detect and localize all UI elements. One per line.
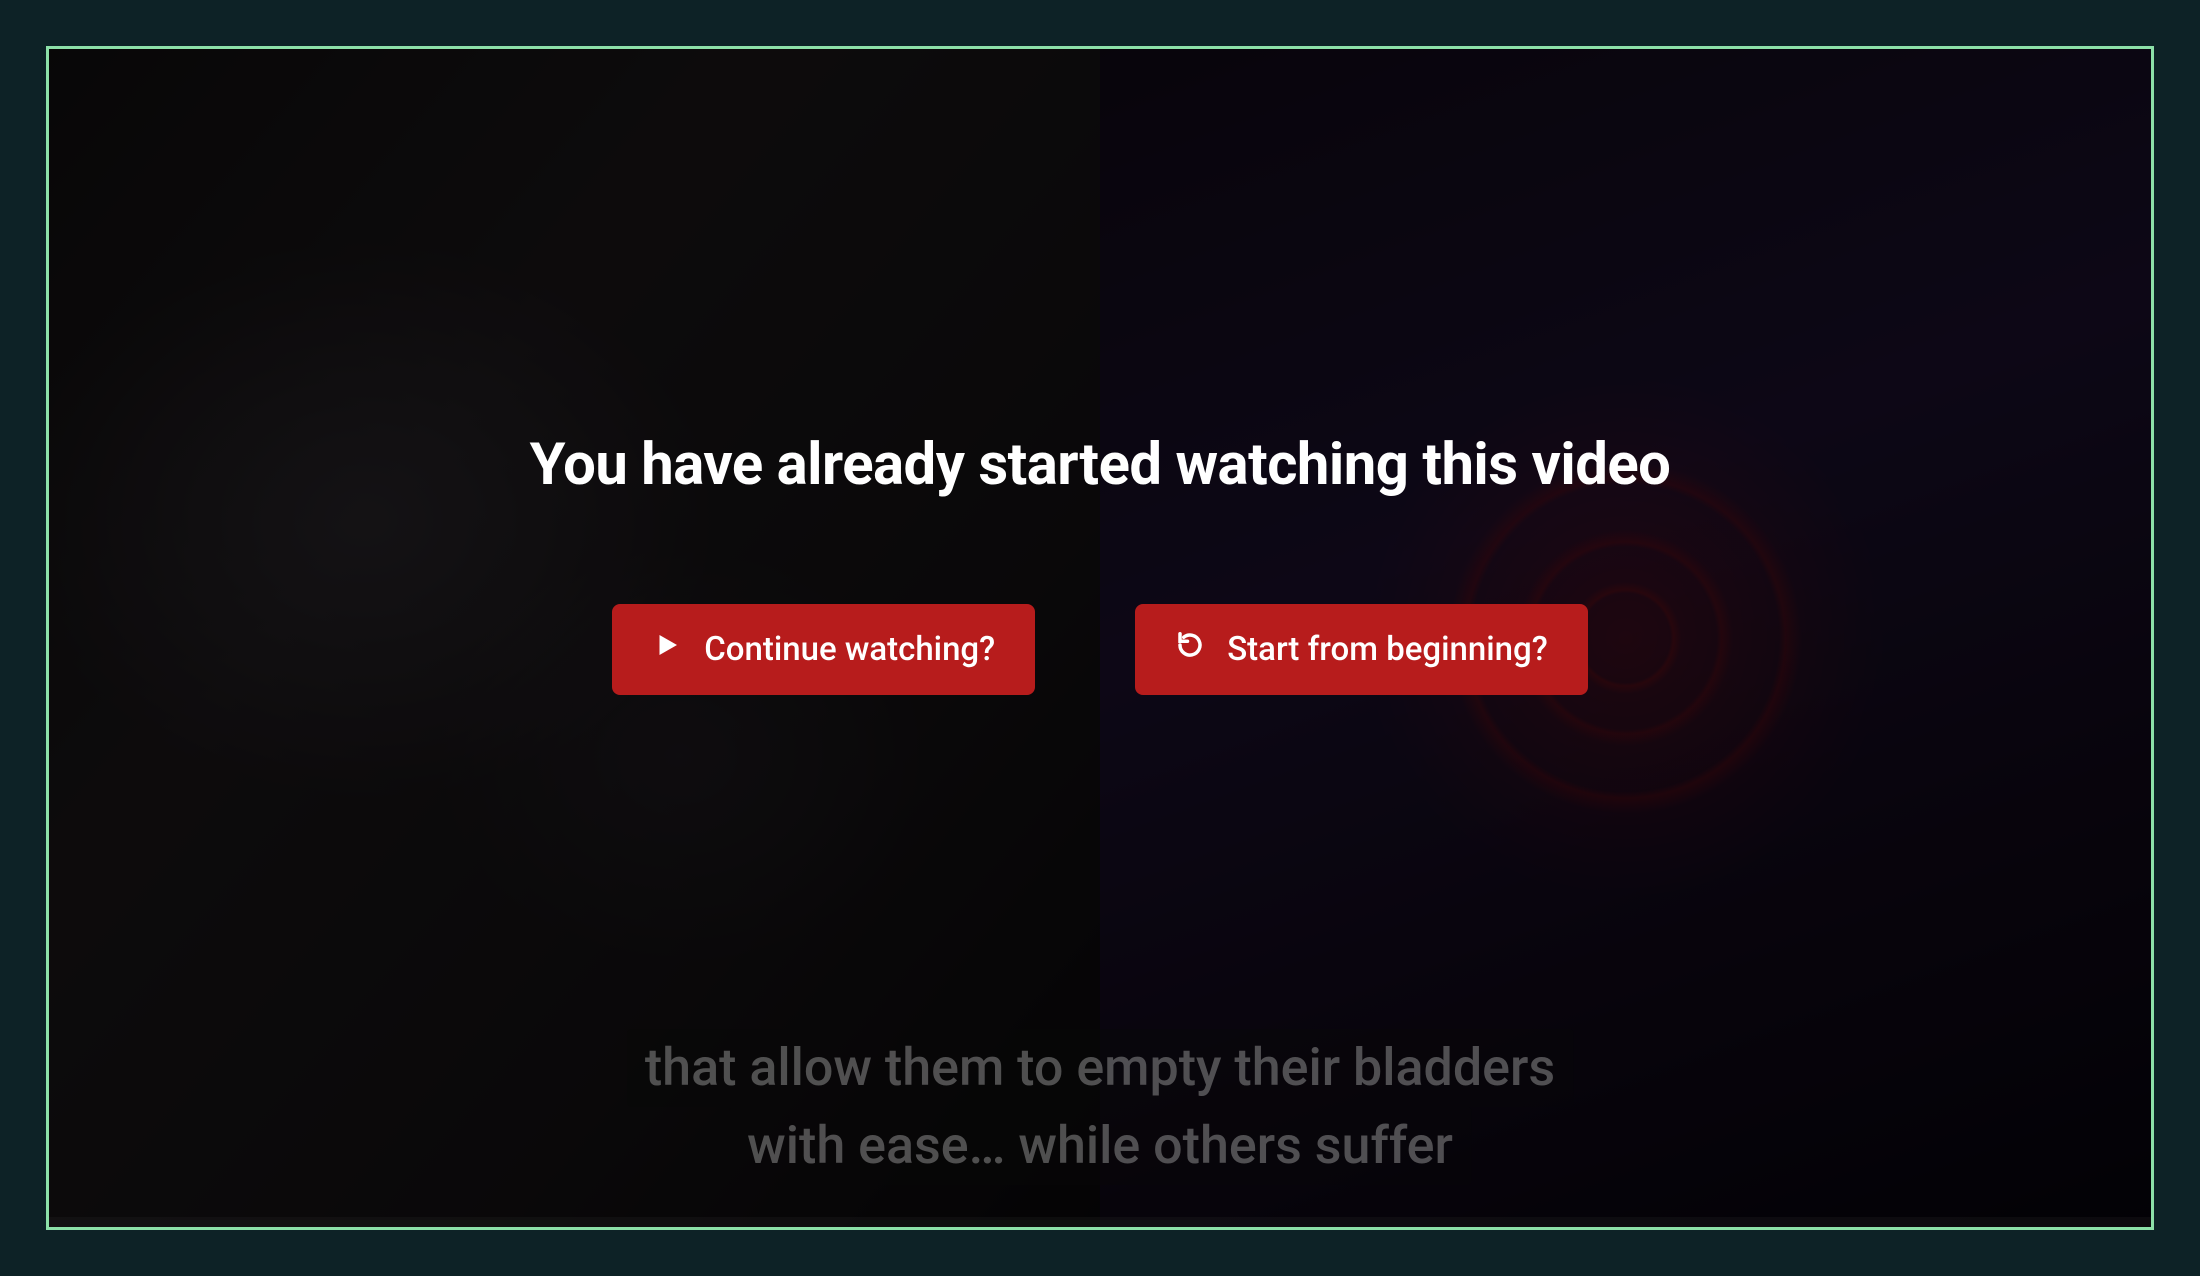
continue-button-label: Continue watching? bbox=[704, 630, 995, 669]
video-player-frame: that allow them to empty their bladders … bbox=[46, 46, 2154, 1230]
dialog-title: You have already started watching this v… bbox=[530, 431, 1671, 499]
restart-button-label: Start from beginning? bbox=[1227, 630, 1548, 669]
progress-bar-track[interactable] bbox=[49, 1217, 2151, 1227]
dialog-button-row: Continue watching? Start from beginning? bbox=[612, 604, 1588, 695]
continue-watching-button[interactable]: Continue watching? bbox=[612, 604, 1035, 695]
play-icon bbox=[652, 630, 682, 669]
restart-icon bbox=[1175, 630, 1205, 669]
start-from-beginning-button[interactable]: Start from beginning? bbox=[1135, 604, 1588, 695]
resume-dialog: You have already started watching this v… bbox=[49, 49, 2151, 1227]
